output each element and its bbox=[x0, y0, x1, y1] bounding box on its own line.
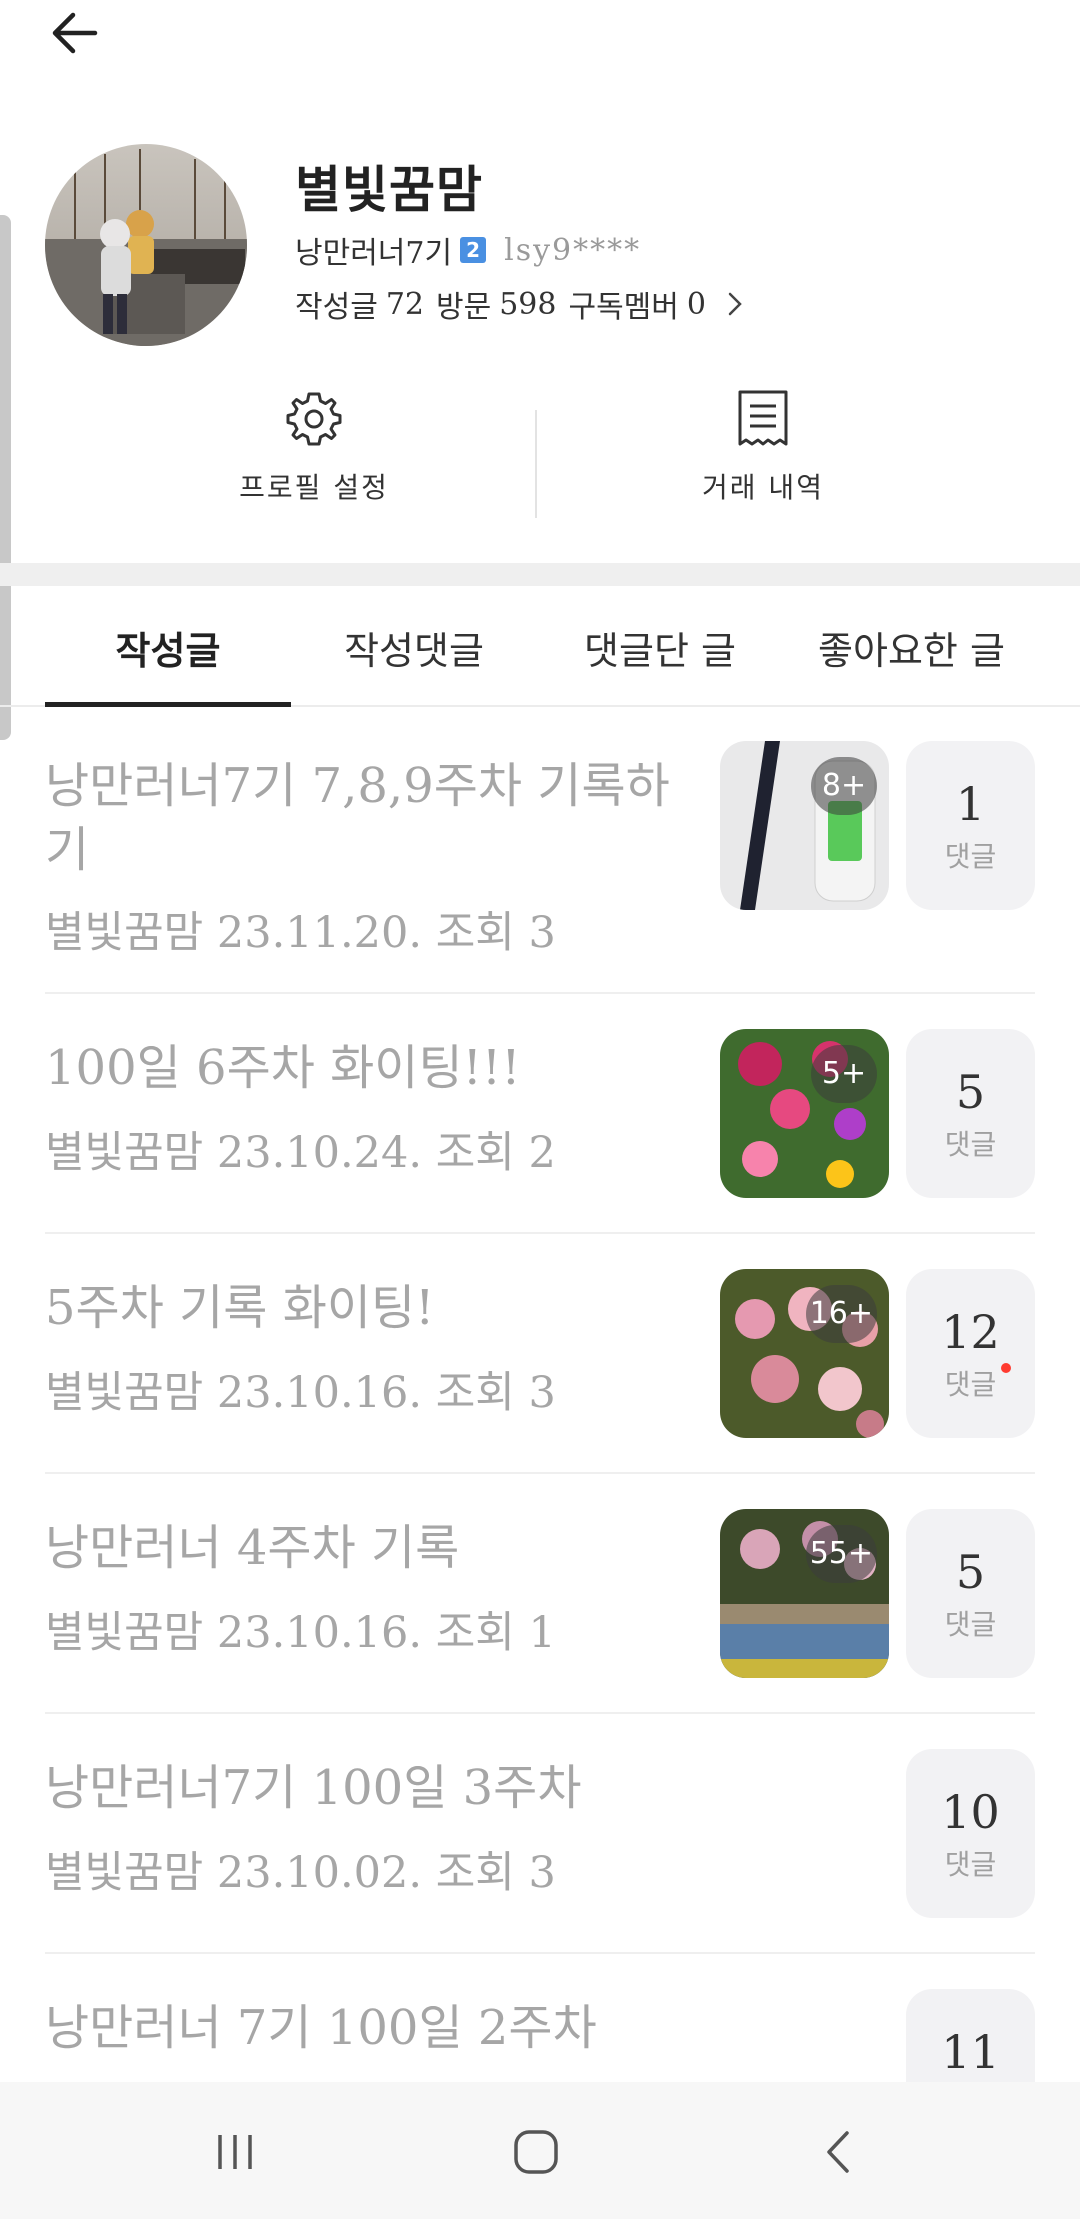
post-title: 낭만러너7기 7,8,9주차 기록하기 bbox=[45, 758, 670, 878]
post-thumbnail[interactable]: 55+ bbox=[720, 1509, 889, 1678]
post-meta: 별빛꿈맘 23.10.02. 조회 3 bbox=[45, 1848, 556, 1898]
group-name: 낭만러너7기 bbox=[295, 236, 453, 271]
nav-back-icon bbox=[827, 2131, 849, 2173]
posts-count: 72 bbox=[385, 286, 424, 322]
post-meta: 별빛꿈맘 23.11.20. 조회 3 bbox=[45, 908, 556, 958]
comment-label: 댓글 bbox=[944, 1608, 997, 1641]
image-count-badge: 55+ bbox=[805, 1525, 877, 1583]
back-button[interactable] bbox=[42, 0, 108, 66]
recent-apps-button[interactable] bbox=[195, 2117, 275, 2187]
comment-label: 댓글 bbox=[944, 1848, 997, 1881]
section-separator bbox=[0, 563, 1080, 586]
comment-count-button[interactable]: 5 댓글 bbox=[906, 1509, 1035, 1678]
tab-my-posts[interactable]: 작성글 bbox=[45, 590, 291, 705]
post-meta: 별빛꿈맘 23.10.16. 조회 1 bbox=[45, 1608, 556, 1658]
level-badge: 2 bbox=[460, 237, 487, 263]
receipt-icon bbox=[738, 390, 788, 446]
profile-stats[interactable]: 작성글 72 방문 598 구독멤버 0 bbox=[295, 282, 746, 326]
new-comment-dot bbox=[1001, 1363, 1011, 1373]
visits-label: 방문 bbox=[436, 290, 492, 325]
comment-count-button[interactable]: 11 bbox=[906, 1989, 1035, 2082]
post-item[interactable]: 낭만러너7기 100일 3주차 별빛꿈맘 23.10.02. 조회 3 10 댓… bbox=[45, 1714, 1035, 1954]
comment-count: 11 bbox=[941, 2025, 1000, 2079]
post-item[interactable]: 낭만러너7기 7,8,9주차 기록하기 별빛꿈맘 23.11.20. 조회 3 … bbox=[45, 706, 1035, 994]
comment-count-button[interactable]: 12 댓글 bbox=[906, 1269, 1035, 1438]
post-item[interactable]: 5주차 기록 화이팅! 별빛꿈맘 23.10.16. 조회 3 16+ 12 댓… bbox=[45, 1234, 1035, 1474]
subscribers-count: 0 bbox=[686, 286, 706, 322]
comment-label: 댓글 bbox=[944, 840, 997, 873]
post-item[interactable]: 100일 6주차 화이팅!!! 별빛꿈맘 23.10.24. 조회 2 5+ 5… bbox=[45, 994, 1035, 1234]
back-arrow-icon bbox=[52, 12, 98, 54]
action-divider bbox=[535, 410, 537, 518]
profile-settings-label: 프로필 설정 bbox=[239, 471, 389, 504]
comment-label: 댓글 bbox=[944, 1368, 997, 1401]
tab-my-comments[interactable]: 작성댓글 bbox=[291, 590, 537, 705]
post-title: 낭만러너 7기 100일 2주차 bbox=[45, 2000, 597, 2056]
comment-count-button[interactable]: 1 댓글 bbox=[906, 741, 1035, 910]
avatar[interactable] bbox=[45, 144, 247, 346]
profile-subline: 낭만러너7기 2 lsy9**** bbox=[295, 228, 641, 272]
post-item[interactable]: 낭만러너 7기 100일 2주차 11 bbox=[45, 1954, 1035, 2082]
subscribers-label: 구독멤버 bbox=[568, 290, 679, 325]
comment-label: 댓글 bbox=[944, 1128, 997, 1161]
home-icon bbox=[514, 2130, 558, 2174]
post-thumbnail[interactable]: 8+ bbox=[720, 741, 889, 910]
system-navigation-bar bbox=[0, 2082, 1080, 2219]
post-thumbnail[interactable]: 5+ bbox=[720, 1029, 889, 1198]
image-count-badge: 8+ bbox=[811, 757, 877, 815]
comment-count: 5 bbox=[955, 1065, 986, 1119]
comment-count-button[interactable]: 10 댓글 bbox=[906, 1749, 1035, 1918]
recent-apps-icon bbox=[218, 2135, 252, 2169]
gear-icon bbox=[286, 392, 342, 446]
comment-count: 10 bbox=[941, 1785, 1000, 1839]
posts-label: 작성글 bbox=[295, 290, 378, 325]
image-count-badge: 5+ bbox=[811, 1045, 877, 1103]
tab-bar: 작성글 작성댓글 댓글단 글 좋아요한 글 bbox=[0, 590, 1080, 707]
system-back-button[interactable] bbox=[800, 2117, 880, 2187]
chevron-right-icon bbox=[728, 292, 742, 316]
post-title: 5주차 기록 화이팅! bbox=[45, 1280, 435, 1336]
user-id: lsy9**** bbox=[504, 232, 642, 268]
profile-nickname: 별빛꿈맘 bbox=[295, 160, 483, 219]
trade-history-button[interactable]: 거래 내역 bbox=[613, 388, 913, 506]
post-title: 낭만러너 4주차 기록 bbox=[45, 1520, 460, 1576]
home-button[interactable] bbox=[496, 2117, 576, 2187]
profile-settings-button[interactable]: 프로필 설정 bbox=[164, 388, 464, 506]
post-item[interactable]: 낭만러너 4주차 기록 별빛꿈맘 23.10.16. 조회 1 55+ 5 댓글 bbox=[45, 1474, 1035, 1714]
post-title: 100일 6주차 화이팅!!! bbox=[45, 1040, 521, 1096]
post-meta: 별빛꿈맘 23.10.16. 조회 3 bbox=[45, 1368, 556, 1418]
visits-count: 598 bbox=[499, 286, 557, 322]
tab-liked-posts[interactable]: 좋아요한 글 bbox=[783, 590, 1040, 705]
trade-history-label: 거래 내역 bbox=[702, 471, 824, 504]
post-meta: 별빛꿈맘 23.10.24. 조회 2 bbox=[45, 1128, 556, 1178]
comment-count-button[interactable]: 5 댓글 bbox=[906, 1029, 1035, 1198]
post-title: 낭만러너7기 100일 3주차 bbox=[45, 1760, 582, 1816]
comment-count: 1 bbox=[955, 777, 986, 831]
post-thumbnail[interactable]: 16+ bbox=[720, 1269, 889, 1438]
tab-commented-posts[interactable]: 댓글단 글 bbox=[537, 590, 783, 705]
comment-count: 12 bbox=[941, 1305, 1000, 1359]
image-count-badge: 16+ bbox=[805, 1285, 877, 1343]
comment-count: 5 bbox=[955, 1545, 986, 1599]
